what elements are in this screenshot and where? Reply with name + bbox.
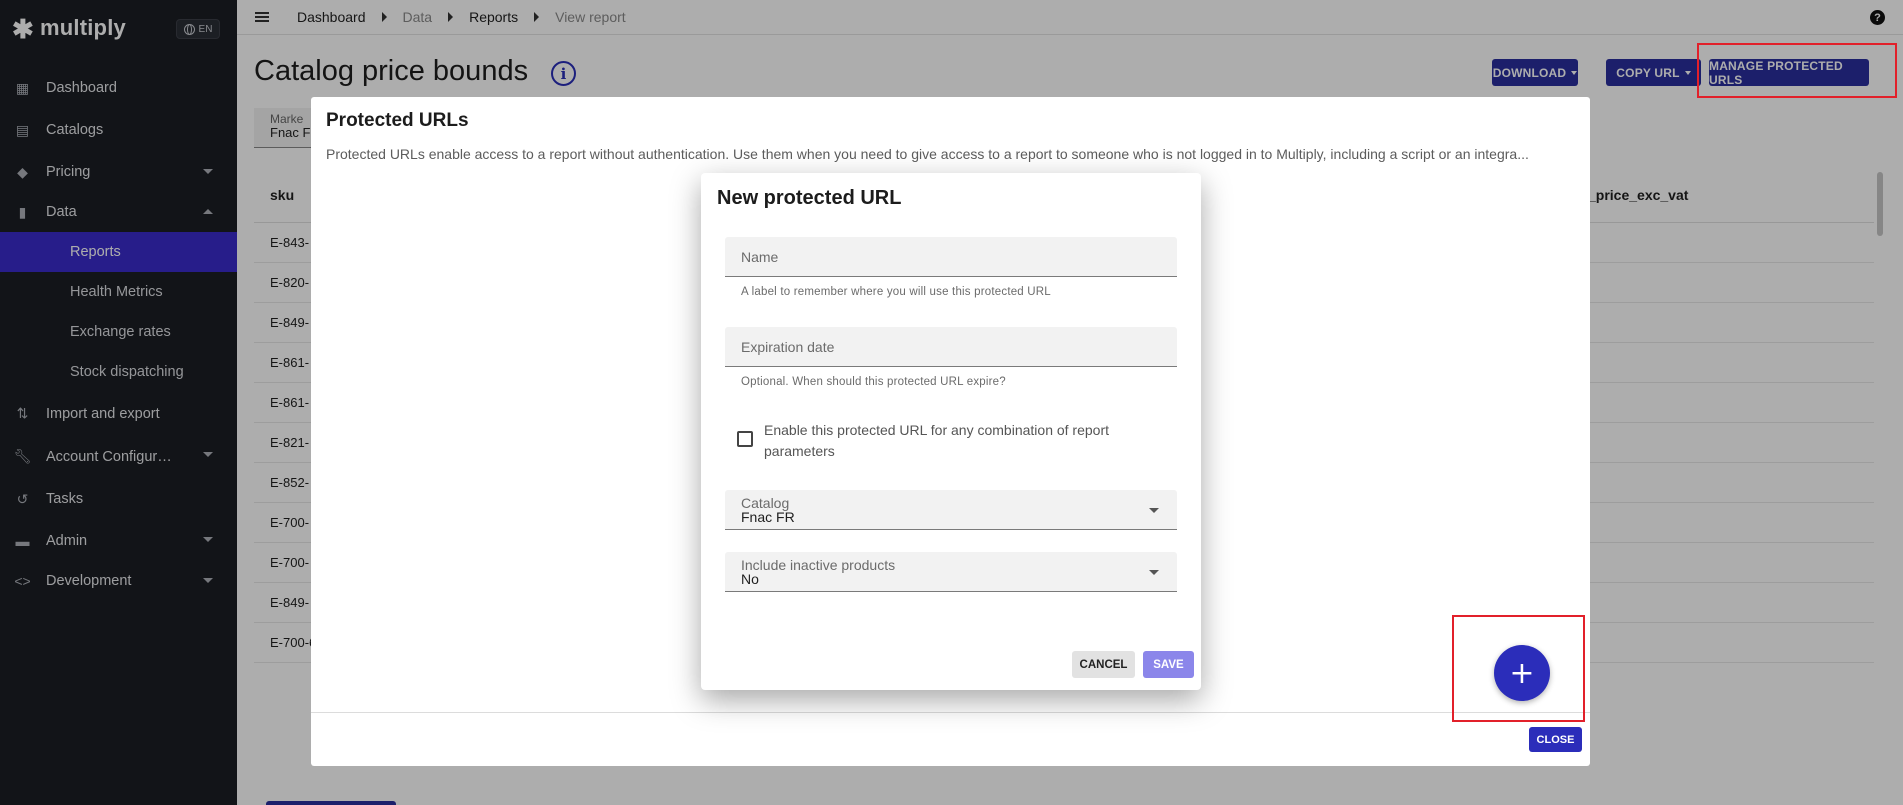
highlight-box-add-button bbox=[1452, 615, 1585, 722]
close-button[interactable]: CLOSE bbox=[1529, 727, 1582, 752]
name-field[interactable]: Name bbox=[725, 237, 1177, 277]
dialog-title: Protected URLs bbox=[326, 110, 469, 131]
caret-down-icon bbox=[1149, 508, 1159, 513]
highlight-box-manage-urls bbox=[1697, 43, 1897, 98]
name-field-label: Name bbox=[741, 249, 779, 265]
new-protected-url-dialog: New protected URL Name A label to rememb… bbox=[701, 173, 1201, 690]
save-button[interactable]: SAVE bbox=[1143, 651, 1194, 678]
divider bbox=[311, 712, 1590, 713]
expiration-hint: Optional. When should this protected URL… bbox=[741, 376, 1006, 388]
include-inactive-select[interactable]: Include inactive products No bbox=[725, 552, 1177, 592]
any-parameters-checkbox[interactable] bbox=[737, 431, 753, 447]
expiration-date-field[interactable]: Expiration date bbox=[725, 327, 1177, 367]
catalog-value: Fnac FR bbox=[741, 509, 795, 525]
include-inactive-value: No bbox=[741, 571, 759, 587]
catalog-select[interactable]: Catalog Fnac FR bbox=[725, 490, 1177, 530]
expiration-date-label: Expiration date bbox=[741, 339, 835, 355]
include-inactive-label: Include inactive products bbox=[741, 557, 896, 573]
dialog-title: New protected URL bbox=[717, 187, 902, 209]
caret-down-icon bbox=[1149, 570, 1159, 575]
name-hint: A label to remember where you will use t… bbox=[741, 286, 1051, 298]
dialog-description: Protected URLs enable access to a report… bbox=[326, 146, 1529, 162]
any-parameters-label[interactable]: Enable this protected URL for any combin… bbox=[764, 420, 1144, 462]
cancel-button[interactable]: CANCEL bbox=[1072, 651, 1135, 678]
